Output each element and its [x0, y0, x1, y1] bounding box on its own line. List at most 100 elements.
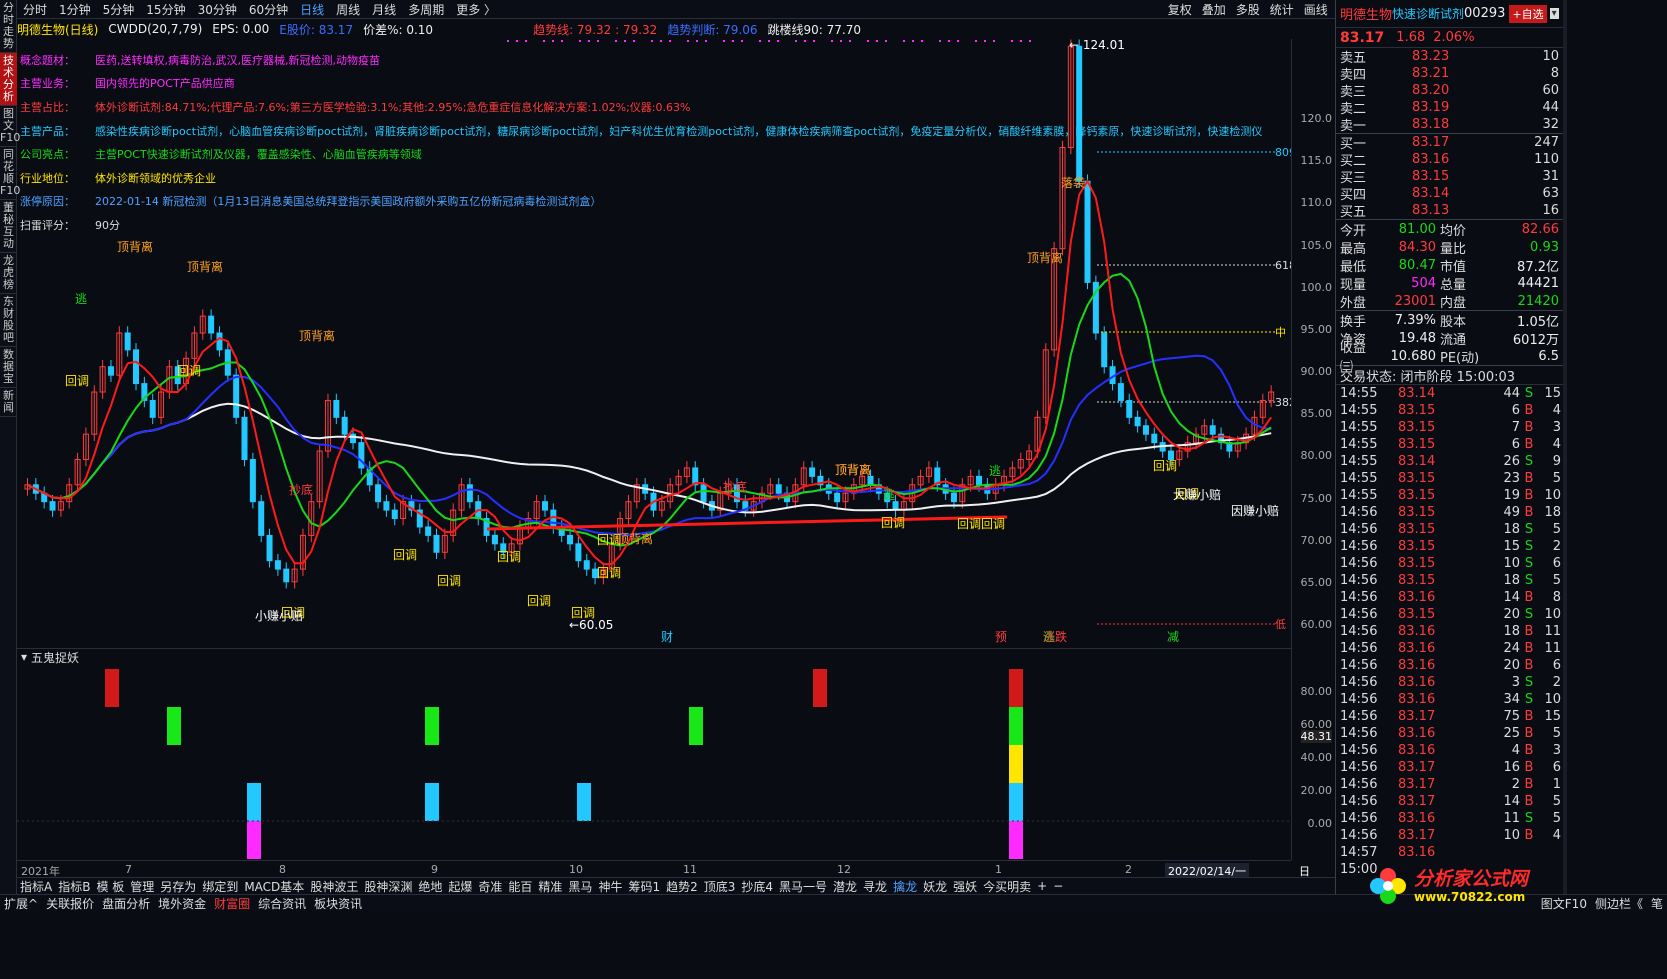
tick-count: 5: [1552, 726, 1561, 741]
period-tab-0[interactable]: 分时: [17, 1, 53, 18]
tick-count: 5: [1552, 811, 1561, 826]
signal-label: 回调: [981, 517, 1005, 531]
tick-count: 2: [1552, 675, 1561, 690]
order-volume: 44: [1542, 100, 1559, 115]
indicator-tab-20[interactable]: 黑马一号: [776, 878, 830, 895]
indicator-tab-6[interactable]: MACD基本: [241, 878, 307, 895]
indicator-tab-0[interactable]: 指标A: [17, 878, 55, 895]
bottom-tab-5[interactable]: 综合资讯: [254, 895, 310, 912]
add-favorite-button[interactable]: +自选: [1509, 4, 1547, 23]
indicator-tab-8[interactable]: 股神深渊: [361, 878, 415, 895]
period-tab-3[interactable]: 15分钟: [140, 1, 191, 18]
tick-price: 83.16: [1398, 658, 1436, 673]
top-dot: [588, 40, 590, 42]
period-tab-2[interactable]: 5分钟: [97, 1, 141, 18]
price-tick: 70.00: [1300, 533, 1333, 547]
indicator-tab-16[interactable]: 筹码1: [625, 878, 663, 895]
indicator-tab-21[interactable]: 潜龙: [830, 878, 860, 895]
tool-button-3[interactable]: 统计: [1265, 1, 1299, 18]
indicator-tab-3[interactable]: 管理: [127, 878, 157, 895]
bottom-tab-8[interactable]: 侧边栏《: [1591, 895, 1647, 912]
left-tab-7[interactable]: 数据宝: [0, 347, 17, 388]
candle-body: [208, 315, 215, 334]
candle-body: [149, 399, 156, 418]
indicator-tab-27[interactable]: +: [1034, 879, 1050, 893]
tick-count: 6: [1552, 556, 1561, 571]
tick-side: B: [1524, 760, 1534, 775]
indicator-tab-26[interactable]: 今买明卖: [980, 878, 1034, 895]
bottom-tab-9[interactable]: 笔: [1647, 895, 1667, 912]
indicator-tab-7[interactable]: 股神波王: [307, 878, 361, 895]
period-tab-5[interactable]: 60分钟: [243, 1, 294, 18]
signal-label: 顶背离: [1027, 250, 1063, 265]
tool-button-1[interactable]: 叠加: [1197, 1, 1231, 18]
indicator-tab-24[interactable]: 妖龙: [920, 878, 950, 895]
tool-button-0[interactable]: 复权: [1163, 1, 1197, 18]
info-row: 公司亮点： 主营POCT快速诊断试剂及仪器，覆盖感染性、心脑血管疾病等领域: [17, 142, 1291, 166]
bottom-tab-2[interactable]: 盘面分析: [98, 895, 154, 912]
bottom-tab-4[interactable]: 财富圈: [210, 895, 254, 912]
left-tab-8[interactable]: 新闻: [0, 388, 17, 417]
tick-price: 83.17: [1398, 777, 1436, 792]
candle-body: [491, 534, 498, 545]
indicator-tab-22[interactable]: 寻龙: [860, 878, 890, 895]
tick-list[interactable]: 14:55 83.14 44 S 15 14:55 83.15 6 B 4 14:55 83.15 7 B…: [1336, 385, 1563, 861]
indicator-tab-5[interactable]: 绑定到: [199, 878, 241, 895]
tick-price: 83.15: [1398, 607, 1436, 622]
period-tab-7[interactable]: 周线: [330, 1, 366, 18]
bottom-tab-0[interactable]: 扩展^: [0, 895, 42, 912]
left-tab-2[interactable]: 图文F10: [0, 106, 20, 147]
x-tick: 2: [1125, 863, 1132, 876]
tick-side: B: [1524, 726, 1534, 741]
period-tab-10[interactable]: 更多 〉: [450, 1, 502, 18]
indicator-tab-28[interactable]: −: [1050, 879, 1066, 893]
indicator-tab-14[interactable]: 黑马: [565, 878, 595, 895]
bottom-tab-1[interactable]: 关联报价: [42, 895, 98, 912]
signal-label: 涨跌: [1043, 629, 1067, 644]
left-tab-4[interactable]: 董秘互动: [0, 200, 17, 253]
indicator-tab-1[interactable]: 指标B: [55, 878, 93, 895]
stock-terminal-window: 分时走势 技术分析 图文F10 同花顺F10 董秘互动 龙虎榜 东财股吧 数据宝 新闻 分时 1分…: [0, 0, 1667, 979]
indicator-tab-19[interactable]: 抄底4: [738, 878, 776, 895]
signal-label: 顶背离: [187, 259, 223, 274]
top-dot: [1011, 40, 1013, 42]
signal-label: 回调: [497, 550, 521, 564]
indicator-tab-18[interactable]: 顶底3: [701, 878, 739, 895]
period-tab-6[interactable]: 日线: [294, 1, 330, 18]
bottom-tab-6[interactable]: 板块资讯: [310, 895, 366, 912]
tick-row: 14:56 83.17 14 B 5: [1336, 793, 1563, 810]
period-tab-9[interactable]: 多周期: [402, 1, 450, 18]
indicator-tab-9[interactable]: 绝地: [415, 878, 445, 895]
indicator-name[interactable]: CWDD(20,7,79): [108, 22, 202, 36]
tick-price: 83.15: [1398, 488, 1436, 503]
indicator-tab-17[interactable]: 趋势2: [663, 878, 701, 895]
dropdown-icon[interactable]: ▾: [1549, 8, 1559, 19]
indicator-tab-2[interactable]: 模 板: [93, 878, 127, 895]
tick-price: 83.17: [1398, 709, 1436, 724]
trend-arrow: [486, 515, 1008, 531]
indicator-tab-23[interactable]: 擒龙: [890, 878, 920, 895]
left-tab-1[interactable]: 技术分析: [0, 53, 17, 106]
tick-side: B: [1524, 743, 1534, 758]
indicator-tab-4[interactable]: 另存为: [157, 878, 199, 895]
left-tab-5[interactable]: 龙虎榜: [0, 253, 17, 294]
period-tab-8[interactable]: 月线: [366, 1, 402, 18]
indicator-tab-12[interactable]: 能百: [505, 878, 535, 895]
price-axis: 120.0 115.0 110.0 105.0 100.0 95.00 90.00 85.00…: [1291, 39, 1335, 648]
bottom-tab-3[interactable]: 境外资金: [154, 895, 210, 912]
indicator-tab-10[interactable]: 起爆: [445, 878, 475, 895]
period-tab-4[interactable]: 30分钟: [192, 1, 243, 18]
indicator-tab-13[interactable]: 精准: [535, 878, 565, 895]
ref-label: 382: [1275, 396, 1291, 409]
tool-button-2[interactable]: 多股: [1231, 1, 1265, 18]
vertical-scrollbar[interactable]: [1563, 0, 1567, 894]
indicator-tab-11[interactable]: 奇准: [475, 878, 505, 895]
left-tab-0[interactable]: 分时走势: [0, 0, 17, 53]
indicator-tab-25[interactable]: 强妖: [950, 878, 980, 895]
tick-time: 14:56: [1340, 573, 1378, 588]
left-tab-6[interactable]: 东财股吧: [0, 294, 17, 347]
indicator-tab-15[interactable]: 神牛: [595, 878, 625, 895]
tool-button-4[interactable]: 画线: [1299, 1, 1333, 18]
left-tab-3[interactable]: 同花顺F10: [0, 147, 20, 200]
period-tab-1[interactable]: 1分钟: [53, 1, 97, 18]
